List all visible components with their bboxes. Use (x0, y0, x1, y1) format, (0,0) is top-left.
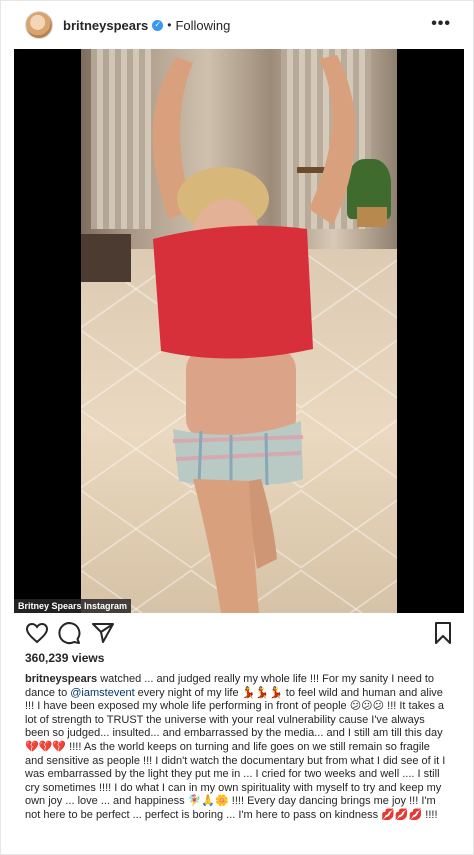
action-bar (25, 621, 451, 647)
caption-mention-link[interactable]: @iamstevent (70, 687, 134, 699)
video-player[interactable]: Britney Spears Instagram (14, 49, 464, 613)
avatar[interactable] (25, 11, 53, 39)
post-header: britneyspears ✓ • Following ••• (1, 1, 474, 49)
video-frame (81, 49, 397, 613)
post-caption: britneyspears watched ... and judged rea… (25, 673, 451, 823)
dancer-figure (152, 55, 356, 613)
more-options-icon[interactable]: ••• (431, 15, 451, 33)
caption-username[interactable]: britneyspears (25, 673, 97, 685)
verified-badge-icon: ✓ (152, 19, 164, 31)
caption-text-rest: every night of my life 💃💃💃 to feel wild … (25, 686, 449, 821)
following-button[interactable]: Following (175, 18, 230, 33)
view-count: 360,239 views (25, 651, 105, 665)
heart-icon[interactable] (25, 621, 49, 645)
comment-icon[interactable] (57, 621, 81, 645)
image-credit: Britney Spears Instagram (14, 599, 132, 613)
username[interactable]: britneyspears (63, 18, 148, 33)
instagram-post: britneyspears ✓ • Following ••• Britney … (0, 0, 474, 855)
separator-dot: • (167, 18, 172, 32)
share-icon[interactable] (91, 621, 115, 645)
bookmark-icon[interactable] (431, 621, 455, 645)
